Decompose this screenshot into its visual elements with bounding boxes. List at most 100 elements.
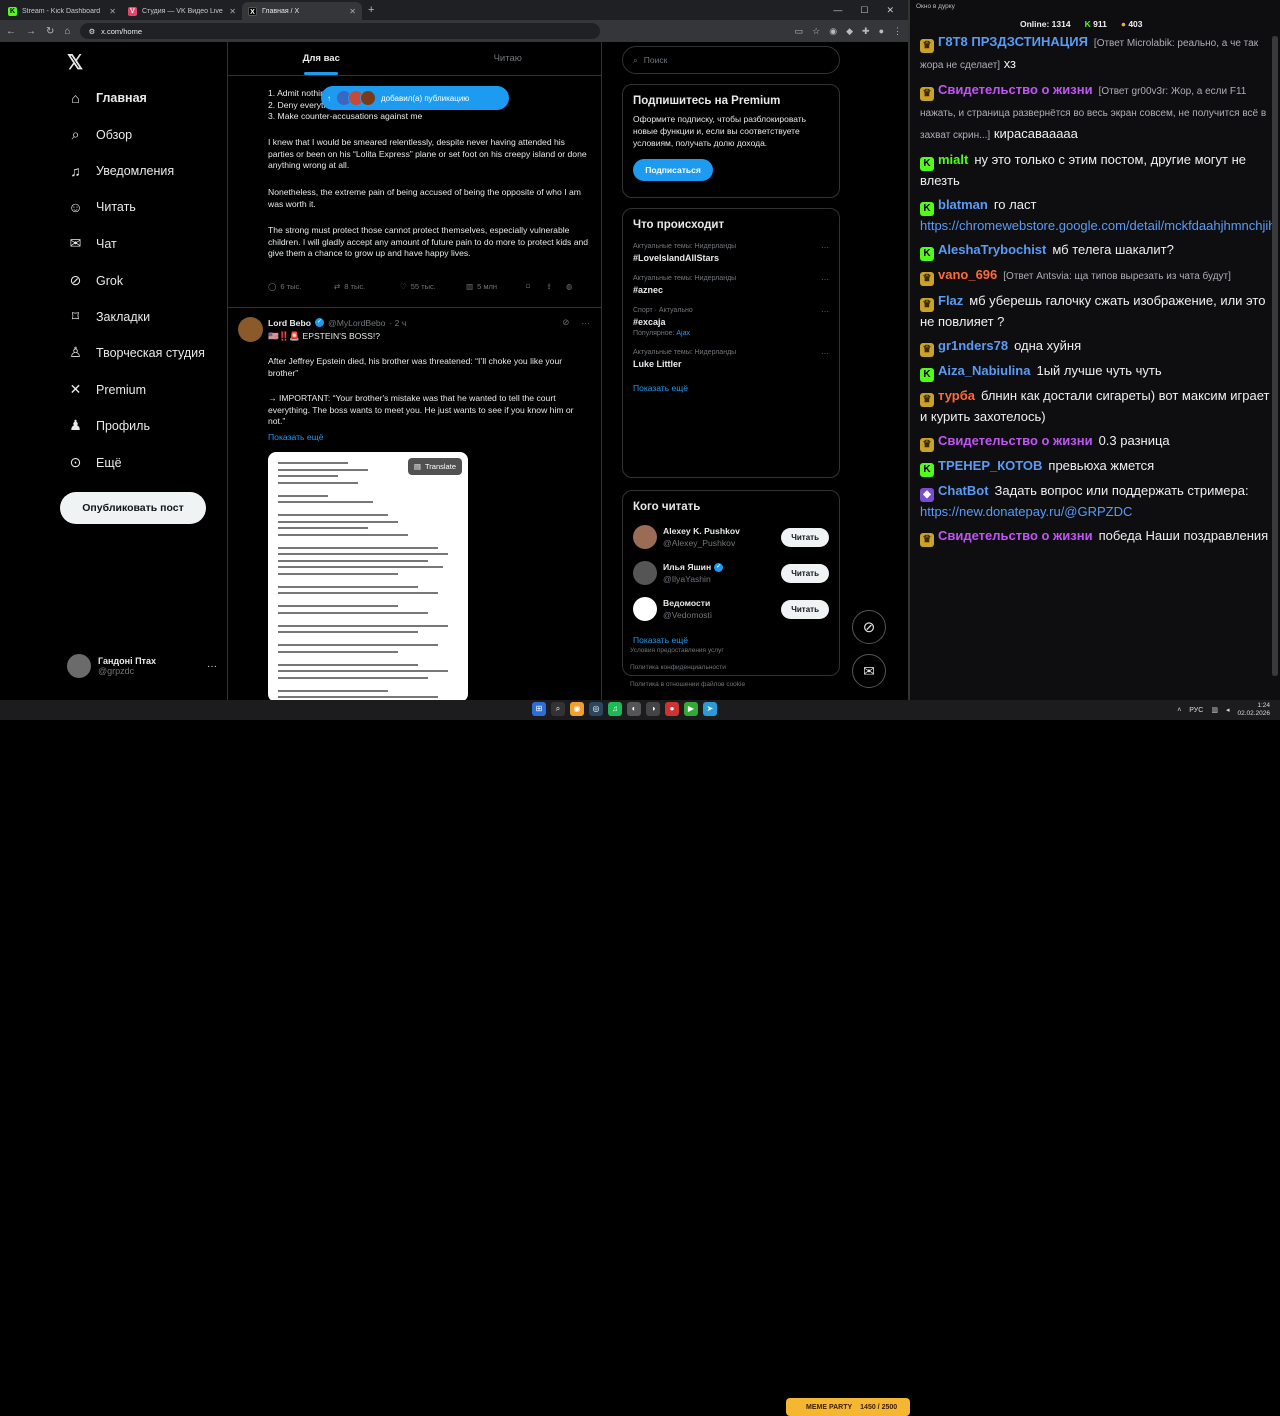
- forward-icon[interactable]: →: [26, 26, 36, 37]
- follow-suggestion[interactable]: Alexey K. Pushkov @Alexey_Pushkov Читать: [623, 519, 839, 555]
- chat-username[interactable]: Г8Т8 ПРЗДЗСТИНАЦИЯ: [938, 34, 1088, 49]
- translate-button[interactable]: ▤ Translate: [407, 458, 462, 475]
- footer-link[interactable]: Политика в отношении файлов cookie: [630, 676, 840, 693]
- puzzle-icon[interactable]: ✚: [862, 26, 870, 37]
- chat-username[interactable]: Свидетельство о жизни: [938, 433, 1093, 448]
- trend-item[interactable]: Актуальные темы: Нидерланды #aznec ···: [623, 269, 839, 301]
- more-dots-icon[interactable]: ···: [821, 243, 829, 252]
- home-browser-icon[interactable]: ⌂: [64, 26, 70, 37]
- bookmark-button[interactable]: ⌑: [526, 282, 546, 291]
- chevron-up-icon[interactable]: ˄: [1177, 707, 1181, 714]
- chat-username[interactable]: vano_696: [938, 267, 997, 282]
- footer-link[interactable]: Условия предоставления услуг: [630, 642, 840, 659]
- chat-username[interactable]: ТРЕНЕР_КОТОВ: [938, 458, 1042, 473]
- cast-icon[interactable]: ▭: [795, 26, 804, 37]
- chat-link[interactable]: https://new.donatepay.ru/@GRPZDC: [920, 504, 1132, 519]
- post-handle[interactable]: @MyLordBebo: [328, 318, 385, 328]
- back-icon[interactable]: ←: [6, 26, 16, 37]
- grok-post-button[interactable]: ◍: [566, 282, 586, 291]
- scrollbar-thumb[interactable]: [1272, 36, 1278, 676]
- site-info-icon[interactable]: ⚙: [88, 27, 95, 36]
- chat-username[interactable]: gr1nders78: [938, 338, 1008, 353]
- chat-username[interactable]: Свидетельство о жизни: [938, 82, 1093, 97]
- post-time[interactable]: · 2 ч: [389, 318, 406, 328]
- chat-username[interactable]: mialt: [938, 152, 968, 167]
- avatar[interactable]: [238, 317, 263, 342]
- follow-button[interactable]: Читать: [781, 599, 829, 619]
- share-button[interactable]: ⇪: [546, 282, 566, 291]
- telegram-icon[interactable]: ➤: [703, 702, 717, 716]
- post-button[interactable]: Опубликовать пост: [60, 492, 206, 524]
- nav-item-1[interactable]: ⌂ Главная: [67, 90, 147, 106]
- post-image[interactable]: ▤ Translate: [268, 452, 468, 700]
- nav-item-5[interactable]: ✉ Чат: [67, 235, 117, 252]
- extension-icon[interactable]: ◆: [846, 26, 853, 37]
- app-icon[interactable]: ◑: [646, 702, 660, 716]
- nav-item-9[interactable]: ✕ Premium: [67, 381, 146, 398]
- bookmark-star-icon[interactable]: ☆: [812, 26, 820, 37]
- trends-show-more[interactable]: Показать ещё: [623, 375, 839, 403]
- chat-username[interactable]: AleshaTrybochist: [938, 242, 1046, 257]
- grok-analyze-icon[interactable]: ⊘: [562, 317, 569, 328]
- chrome-icon[interactable]: ◉: [570, 702, 584, 716]
- show-more-link[interactable]: Показать ещё: [268, 432, 590, 444]
- nav-item-10[interactable]: ♟ Профиль: [67, 417, 150, 434]
- chat-username[interactable]: Aiza_Nabiulina: [938, 363, 1030, 378]
- trend-item[interactable]: Спорт · Актуально #excaja Популярное: Ajax…: [623, 301, 839, 343]
- more-dots-icon[interactable]: ···: [581, 318, 590, 328]
- repost-button[interactable]: ⇄ 8 тыс.: [334, 282, 400, 291]
- views-button[interactable]: ▥ 5 млн: [466, 282, 526, 291]
- app-icon[interactable]: ●: [665, 702, 679, 716]
- chat-scrollbar[interactable]: [1272, 36, 1278, 676]
- nav-item-2[interactable]: ⌕ Обзор: [67, 126, 133, 143]
- app-icon[interactable]: ▶: [684, 702, 698, 716]
- follow-suggestion[interactable]: Илья Яшин ✓ @IlyaYashin Читать: [623, 555, 839, 591]
- post-author[interactable]: Lord Bebo: [268, 318, 311, 328]
- more-dots-icon[interactable]: ···: [821, 349, 829, 358]
- follow-suggestion[interactable]: Ведомости @Vedomosti Читать: [623, 591, 839, 627]
- more-dots-icon[interactable]: ···: [821, 307, 829, 316]
- x-logo-icon[interactable]: 𝕏: [67, 50, 83, 75]
- messages-float-icon[interactable]: ✉: [852, 654, 886, 688]
- more-dots-icon[interactable]: ···: [207, 661, 217, 672]
- more-dots-icon[interactable]: ···: [821, 275, 829, 284]
- like-button[interactable]: ♡ 55 тыс.: [400, 282, 466, 291]
- nav-item-6[interactable]: ⊘ Grok: [67, 272, 123, 289]
- chat-username[interactable]: Свидетельство о жизни: [938, 528, 1093, 543]
- chat-username[interactable]: Flaz: [938, 293, 963, 308]
- tab-close-icon[interactable]: ✕: [349, 7, 356, 16]
- minimize-icon[interactable]: —: [833, 5, 842, 16]
- search-input[interactable]: ⌕ Поиск: [622, 46, 840, 74]
- menu-icon[interactable]: ⋮: [893, 26, 902, 37]
- nav-item-7[interactable]: ⌑ Закладки: [67, 308, 150, 325]
- meme-party-widget[interactable]: MEME PARTY 1450 / 2500: [786, 1398, 910, 1416]
- nav-item-8[interactable]: ♙ Творческая студия: [67, 344, 205, 361]
- trend-item[interactable]: Актуальные темы: Нидерланды Luke Littler ·…: [623, 343, 839, 375]
- tab-following[interactable]: Читаю: [415, 42, 602, 75]
- extension-icon[interactable]: ◉: [829, 26, 837, 37]
- tab-close-icon[interactable]: ✕: [109, 7, 116, 16]
- language-indicator[interactable]: РУС: [1189, 707, 1203, 714]
- follow-button[interactable]: Читать: [781, 563, 829, 583]
- app-icon[interactable]: ◐: [627, 702, 641, 716]
- clock[interactable]: 1:24 02.02.2026: [1237, 702, 1270, 718]
- reply-button[interactable]: ◯ 6 тыс.: [268, 282, 334, 291]
- trend-item[interactable]: Актуальные темы: Нидерланды #LoveIslandAl…: [623, 237, 839, 269]
- browser-tab-vk[interactable]: V Студия — VK Видео Live ✕: [122, 2, 242, 20]
- close-window-icon[interactable]: ✕: [886, 5, 894, 16]
- volume-icon[interactable]: ◂: [1226, 706, 1230, 714]
- grok-float-icon[interactable]: ⊘: [852, 610, 886, 644]
- network-icon[interactable]: ▥: [1211, 706, 1218, 714]
- tab-for-you[interactable]: Для вас: [228, 42, 415, 75]
- tab-close-icon[interactable]: ✕: [229, 7, 236, 16]
- spotify-icon[interactable]: ♫: [608, 702, 622, 716]
- windows-start-icon[interactable]: ⊞: [532, 702, 546, 716]
- chat-username[interactable]: турба: [938, 388, 975, 403]
- browser-tab-x[interactable]: X Главная / X ✕: [242, 2, 362, 20]
- chat-username[interactable]: blatman: [938, 197, 988, 212]
- reload-icon[interactable]: ↻: [46, 26, 54, 37]
- subscribe-button[interactable]: Подписаться: [633, 159, 713, 181]
- maximize-icon[interactable]: ☐: [860, 5, 868, 16]
- chat-link[interactable]: https://chromewebstore.google.com/detail…: [920, 218, 1272, 233]
- new-tab-icon[interactable]: +: [368, 4, 374, 16]
